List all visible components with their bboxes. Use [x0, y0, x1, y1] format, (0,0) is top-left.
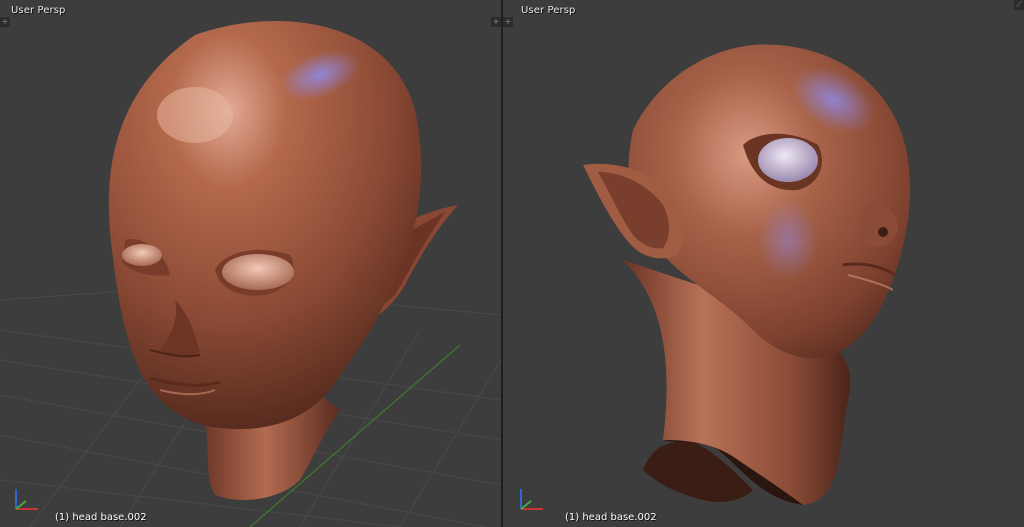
viewport-right-view-label: User Persp: [521, 5, 576, 16]
diagonal-resize-icon[interactable]: ⟋: [1014, 0, 1024, 10]
viewport-left-view-label: User Persp: [11, 5, 66, 16]
viewport-right-scene: [583, 44, 911, 505]
xyz-axis-gizmo-icon: [15, 489, 38, 510]
plus-corner-icon[interactable]: +: [491, 17, 501, 27]
viewport-left-object-label: (1) head base.002: [55, 512, 147, 523]
plus-corner-icon[interactable]: +: [503, 17, 513, 27]
viewport-right-object-label: (1) head base.002: [565, 512, 657, 523]
xyz-axis-gizmo-icon: [520, 489, 543, 510]
blender-3d-viewport-app: User Persp + + (1) head base.002 User Pe…: [0, 0, 1024, 527]
viewport-right[interactable]: User Persp + ⟋ (1) head base.002: [503, 0, 1024, 527]
viewport-left[interactable]: User Persp + + (1) head base.002: [0, 0, 501, 527]
plus-corner-icon[interactable]: +: [0, 17, 10, 27]
viewport-left-scene: [0, 20, 501, 527]
